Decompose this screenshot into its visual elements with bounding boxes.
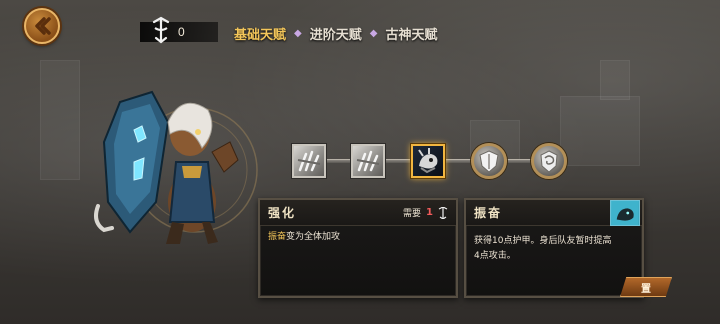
tab-separator-icon: ◆: [369, 27, 378, 39]
skill-detail-header: 振奋: [466, 200, 642, 226]
reset-button[interactable]: 置: [620, 277, 672, 297]
description-highlight: 振奋: [268, 232, 287, 242]
rune-icon: [152, 16, 170, 44]
talent-tabs: 基础天赋 ◆ 进阶天赋 ◆ 古神天赋: [234, 23, 437, 43]
talent-requirement: 需要 1: [403, 206, 448, 219]
talent-node-5[interactable]: [531, 143, 567, 179]
skill-title: 振奋: [474, 206, 503, 220]
tab-basic-talent[interactable]: 基础天赋: [234, 24, 286, 43]
talent-node-1[interactable]: [292, 144, 326, 178]
back-button[interactable]: [24, 8, 60, 44]
reset-button-label: 置: [641, 283, 651, 295]
tab-advanced-talent[interactable]: 进阶天赋: [310, 24, 362, 43]
skill-desc-line-2: 4点攻击。: [474, 251, 516, 261]
talent-detail-panel: 强化 需要 1 振奋变为全体加攻: [258, 198, 458, 298]
talent-description: 振奋变为全体加攻: [260, 226, 456, 249]
gray-claw-icon: [297, 150, 321, 172]
tab-ancient-god-talent[interactable]: 古神天赋: [385, 24, 437, 43]
talent-node-4[interactable]: [471, 143, 507, 179]
back-arrow-icon: [35, 17, 51, 35]
shield-icon: [479, 150, 499, 173]
gray-claw-icon: [356, 150, 380, 172]
skill-description: 获得10点护甲。身后队友暂时提高 4点攻击。: [466, 226, 642, 268]
dragon-skill-icon: [610, 200, 640, 226]
skill-detail-panel: 振奋 获得10点护甲。身后队友暂时提高 4点攻击。: [464, 198, 644, 298]
description-text: 变为全体加攻: [286, 232, 341, 242]
skill-desc-line-1: 获得10点护甲。身后队友暂时提高: [474, 236, 612, 246]
swirl-shield-icon: [540, 150, 558, 173]
talent-node-3-selected[interactable]: [411, 144, 445, 178]
talent-title: 强化: [268, 206, 297, 220]
hero-portrait: [94, 90, 258, 244]
dragon-head-icon: [418, 148, 438, 174]
tab-separator-icon: ◆: [294, 27, 302, 39]
talent-point-value: 0: [178, 25, 185, 39]
requirement-value: 1: [426, 207, 433, 218]
rune-icon: [438, 206, 448, 219]
requirement-label: 需要: [403, 209, 422, 219]
talent-node-2[interactable]: [351, 144, 385, 178]
talent-detail-header: 强化 需要 1: [260, 200, 456, 226]
